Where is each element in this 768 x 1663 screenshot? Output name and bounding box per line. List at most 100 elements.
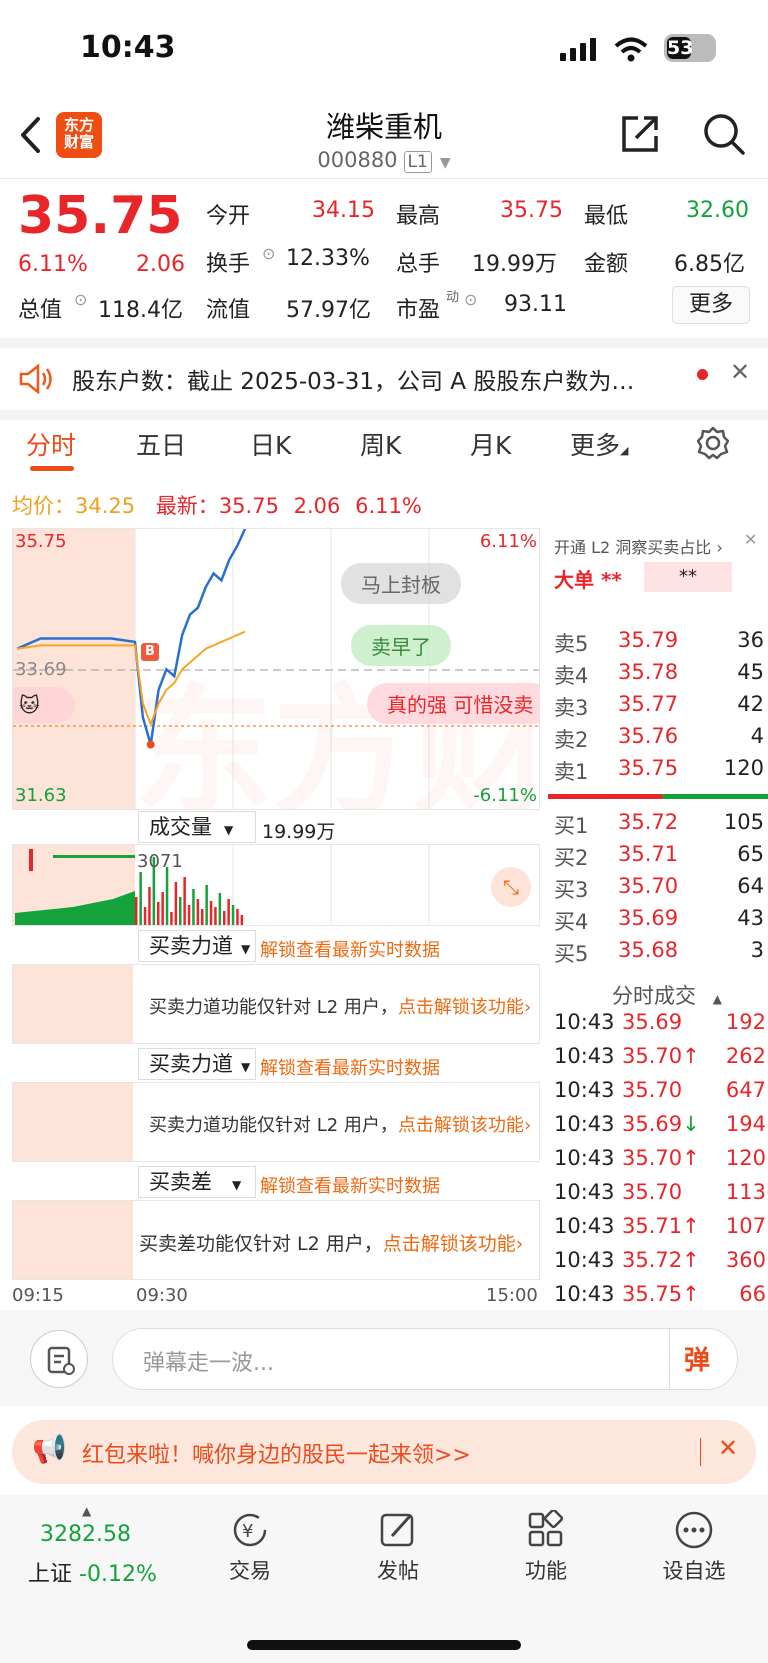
index-ticker[interactable]: 上证 -0.12% <box>28 1556 157 1588</box>
bid-row[interactable]: 买5 35.68 3 <box>554 938 764 968</box>
send-danmaku-button[interactable]: 弹 <box>684 1340 710 1377</box>
ask-book: 卖5 35.79 36 卖4 35.78 45 卖3 35.77 42 卖2 35.76 4 卖1 35.… <box>544 618 768 798</box>
y-mid-label: 33.69 <box>15 659 67 680</box>
expand-icon[interactable]: ⤡ <box>491 867 531 907</box>
volume-bar <box>236 909 239 925</box>
nav-functions[interactable]: 功能 <box>496 1508 596 1585</box>
volume-bar <box>165 867 169 925</box>
trade-price: 35.71↑ <box>622 1214 700 1238</box>
volume-svg <box>15 845 430 925</box>
trade-volume: 192 <box>725 1010 766 1034</box>
ask-volume: 45 <box>737 660 764 684</box>
index-value[interactable]: 3282.58 <box>40 1522 131 1547</box>
tab-weekly[interactable]: 周K <box>360 426 401 462</box>
period-tabs: 分时 五日 日K 周K 月K 更多◢ <box>0 418 768 474</box>
trade-time: 10:43 <box>554 1010 615 1034</box>
unlock-feature-link[interactable]: 点击解锁该功能 <box>398 997 524 1018</box>
info-icon[interactable]: ⊙ <box>262 244 275 263</box>
close-icon[interactable]: ✕ <box>718 1434 738 1462</box>
volume-bar <box>143 907 147 925</box>
volume-bar <box>170 912 173 925</box>
unlock-link[interactable]: 解锁查看最新实时数据 <box>260 1172 440 1198</box>
indicator-selector[interactable]: 买卖差 ▼ <box>138 1166 256 1198</box>
bid-row[interactable]: 买3 35.70 64 <box>554 874 764 904</box>
intraday-chart[interactable]: 东方财富 35.75 33.69 31.63 6.11% -6.11% B 马上… <box>12 528 540 810</box>
ask-row[interactable]: 卖5 35.79 36 <box>554 628 764 658</box>
open-label: 今开 <box>206 204 251 229</box>
trade-volume: 107 <box>725 1214 766 1238</box>
tab-intraday[interactable]: 分时 <box>26 426 76 462</box>
battery-icon: 53 <box>664 34 716 62</box>
volume-bar <box>174 882 178 925</box>
ask-row[interactable]: 卖4 35.78 45 <box>554 660 764 690</box>
l2-promo[interactable]: 开通 L2 洞察买卖占比 › 大单 ** ** ✕ <box>544 528 768 618</box>
big-order-label: 大单 <box>554 568 594 592</box>
bid-volume: 64 <box>737 874 764 898</box>
bid-label: 买3 <box>554 878 589 902</box>
svg-text:¥: ¥ <box>242 1521 253 1542</box>
turnover-label: 换手 <box>206 252 251 277</box>
indicator-selector[interactable]: 买卖力道 ▼ <box>138 1048 256 1080</box>
time-mid: 09:30 <box>136 1285 188 1306</box>
trade-row: 10:43 35.71↑ 107 <box>554 1214 766 1246</box>
ask-row[interactable]: 卖1 35.75 120 <box>554 756 764 786</box>
bid-row[interactable]: 买1 35.72 105 <box>554 810 764 840</box>
buy-marker[interactable]: B <box>141 643 159 661</box>
tab-more[interactable]: 更多◢ <box>570 426 628 462</box>
notice-bar[interactable]: 股东户数：截止 2025-03-31，公司 A 股股东户数为… <box>0 348 768 410</box>
settings-gear-icon[interactable] <box>696 426 730 460</box>
low-value: 32.60 <box>686 198 749 223</box>
search-icon[interactable] <box>702 112 746 158</box>
info-icon[interactable]: ⊙ <box>74 290 87 309</box>
unread-dot <box>697 369 708 380</box>
danmaku-bubble: 卖早了 <box>351 625 451 666</box>
tab-daily[interactable]: 日K <box>250 426 291 462</box>
tab-monthly[interactable]: 月K <box>470 426 511 462</box>
volume-bar <box>214 907 217 925</box>
pct-bottom-label: -6.11% <box>473 785 537 806</box>
stock-code: 000880 <box>317 148 398 172</box>
ask-row[interactable]: 卖3 35.77 42 <box>554 692 764 722</box>
avg-label: 均价： <box>12 494 75 518</box>
trade-row: 10:43 35.69 192 <box>554 1010 766 1042</box>
more-button[interactable]: 更多 <box>672 286 750 324</box>
nav-post[interactable]: 发帖 <box>348 1510 448 1585</box>
unlock-feature-link[interactable]: 点击解锁该功能 <box>383 1233 516 1255</box>
comment-input[interactable]: 弹幕走一波... <box>112 1328 738 1390</box>
speaker-icon <box>19 364 52 394</box>
time-end: 15:00 <box>486 1285 538 1306</box>
ask-volume: 4 <box>750 724 764 748</box>
bid-price: 35.71 <box>618 842 679 866</box>
unlock-link[interactable]: 解锁查看最新实时数据 <box>260 936 440 962</box>
volume-total: 19.99万 <box>262 821 336 843</box>
bid-row[interactable]: 买2 35.71 65 <box>554 842 764 872</box>
promo-banner[interactable]: 📢 红包来啦！喊你身边的股民一起来领>> ✕ <box>12 1420 756 1484</box>
trade-time: 10:43 <box>554 1078 615 1102</box>
close-icon[interactable]: ✕ <box>730 358 750 386</box>
bid-label: 买1 <box>554 814 589 838</box>
ask-row[interactable]: 卖2 35.76 4 <box>554 724 764 754</box>
unlock-feature-link[interactable]: 点击解锁该功能 <box>398 1115 524 1136</box>
share-icon[interactable] <box>618 112 662 156</box>
info-icon[interactable]: ⊙ <box>464 290 477 309</box>
ask-label: 卖3 <box>554 696 589 720</box>
total-cap-label: 总值 <box>18 298 63 323</box>
danmaku-bubble: 真的强 可惜没卖 <box>367 683 539 724</box>
volume-chart[interactable]: 3071 ⤡ <box>12 844 540 926</box>
trade-row: 10:43 35.70 113 <box>554 1180 766 1212</box>
caret-up-icon: ▲ <box>82 1504 92 1518</box>
ask-label: 卖5 <box>554 632 589 656</box>
danmaku-settings-icon[interactable] <box>30 1330 88 1388</box>
close-icon[interactable]: ✕ <box>744 530 757 549</box>
tab-5day[interactable]: 五日 <box>136 426 186 462</box>
nav-watchlist[interactable]: 设自选 <box>644 1510 744 1585</box>
volume-bar <box>205 885 208 925</box>
nav-trade[interactable]: ¥ 交易 <box>200 1510 300 1585</box>
volume-selector[interactable]: 成交量 ▼ <box>138 811 256 843</box>
change-pct: 6.11% <box>18 252 88 277</box>
trade-volume: 66 <box>739 1282 766 1306</box>
indicator-selector[interactable]: 买卖力道 ▼ <box>138 930 256 962</box>
bid-row[interactable]: 买4 35.69 43 <box>554 906 764 936</box>
volume-bar <box>183 877 186 925</box>
unlock-link[interactable]: 解锁查看最新实时数据 <box>260 1054 440 1080</box>
